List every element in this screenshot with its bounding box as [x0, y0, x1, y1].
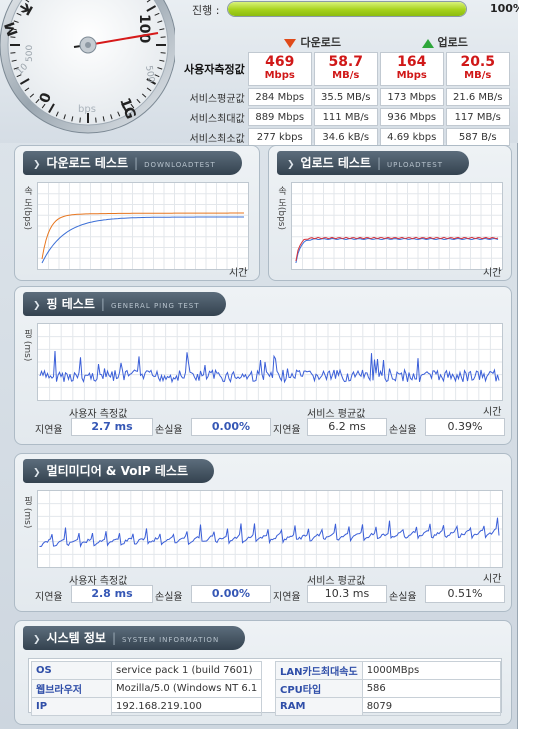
- avg-download-bytes: 35.5 MB/s: [313, 88, 378, 106]
- page-margin: [519, 0, 535, 729]
- min-download-bps: 277 kbps: [247, 128, 312, 146]
- user-download-bps: 469 Mbps: [247, 52, 312, 86]
- download-y-label: 속 도(bps): [22, 186, 32, 230]
- ping-x-label: 시간: [483, 407, 502, 418]
- progress-fill: [228, 2, 466, 16]
- max-upload-bps: 936 Mbps: [379, 108, 444, 126]
- progress-label: 진행 :: [192, 4, 220, 17]
- progress-bar: [227, 1, 467, 17]
- voip-service-loss: 0.51%: [425, 585, 505, 603]
- user-download-bytes: 58.7 MB/s: [313, 52, 378, 86]
- browser-value: Mozilla/5.0 (Windows NT 6.1: [110, 679, 263, 698]
- service-avg-label: 서비스평균값: [189, 93, 245, 105]
- upload-plot: [291, 182, 503, 270]
- voip-user-loss-label: 손실율: [155, 592, 183, 603]
- summary-area: 0 bps 10 1G M 100 500 K 500 진행 : 100% 다운…: [0, 0, 524, 146]
- browser-key: 웹브라우저: [31, 679, 112, 698]
- os-value: service pack 1 (build 7601): [110, 661, 263, 680]
- stats-table: 다운로드 업로드 사용자측정값 469 Mbps 58.7 MB/s 164 Mbps…: [180, 32, 512, 148]
- ram-value: 8079: [361, 697, 502, 716]
- voip-test-title: ❯ 멀티미디어 & VoIP 테스트: [23, 459, 215, 483]
- upload-x-label: 시간: [483, 268, 502, 279]
- user-upload-bytes: 20.5 MB/s: [445, 52, 510, 86]
- ping-user-latency-label: 지연율: [35, 425, 63, 436]
- service-max-label: 서비스최대값: [189, 113, 245, 125]
- download-x-label: 시간: [229, 268, 248, 279]
- upload-y-label: 속 도(bps): [276, 186, 286, 230]
- gauge-tick: [160, 52, 166, 54]
- voip-service-latency-label: 지연율: [273, 592, 301, 603]
- max-download-bps: 889 Mbps: [247, 108, 312, 126]
- avg-download-bps: 284 Mbps: [247, 88, 312, 106]
- voip-user-latency-label: 지연율: [35, 592, 63, 603]
- ping-y-label: 핑 (ms): [22, 329, 32, 362]
- download-header: 다운로드: [248, 34, 378, 50]
- gauge-tick: [10, 52, 16, 54]
- download-test-panel: ❯ 다운로드 테스트 | DOWNLOADTEST 속 도(bps) 시간: [14, 145, 260, 281]
- ping-service-loss-label: 손실율: [389, 425, 417, 436]
- chevron-icon: ❯: [33, 301, 41, 311]
- max-upload-bytes: 117 MB/s: [445, 108, 510, 126]
- ping-test-title: ❯ 핑 테스트 | GENERAL PING TEST: [23, 292, 226, 316]
- upload-test-panel: ❯ 업로드 테스트 | UPLOADTEST 속 도(bps) 시간: [268, 145, 512, 281]
- system-info-title: ❯ 시스템 정보 | SYSTEM INFORMATION: [23, 626, 246, 650]
- download-arrow-icon: [284, 38, 297, 48]
- ping-user-latency: 2.7 ms: [71, 418, 153, 436]
- download-plot: [37, 182, 249, 270]
- progress-row: 진행 : 100%: [180, 0, 535, 20]
- ping-test-panel: ❯ 핑 테스트 | GENERAL PING TEST 핑 (ms) 시간 사용자 측…: [14, 286, 512, 445]
- voip-service-loss-label: 손실율: [389, 592, 417, 603]
- gauge-tick: [79, 117, 81, 123]
- user-upload-bps: 164 Mbps: [379, 52, 444, 86]
- lan-speed-key: LAN카드최대속도: [275, 661, 363, 680]
- chevron-icon: ❯: [33, 160, 41, 170]
- service-min-label: 서비스최소값: [189, 133, 245, 145]
- ping-service-latency-label: 지연율: [273, 425, 301, 436]
- cpu-type-key: CPU타입: [275, 679, 363, 698]
- ping-plot: [37, 323, 503, 401]
- voip-x-label: 시간: [483, 574, 502, 585]
- lan-speed-value: 1000MBps: [361, 661, 502, 680]
- min-upload-bytes: 587 B/s: [445, 128, 510, 146]
- ping-service-loss: 0.39%: [425, 418, 505, 436]
- user-measured-label: 사용자측정값: [184, 62, 245, 76]
- min-download-bytes: 34.6 kB/s: [313, 128, 378, 146]
- system-info-right-table: LAN카드최대속도 1000MBps CPU타입 586 RAM 8079: [275, 661, 502, 716]
- voip-user-loss: 0.00%: [191, 585, 271, 603]
- system-info-box: OS service pack 1 (build 7601) 웹브라우저 Moz…: [28, 658, 502, 716]
- gauge-label-bps: bps: [78, 104, 96, 115]
- voip-test-panel: ❯ 멀티미디어 & VoIP 테스트 핑 (ms) 시간 사용자 측정값 서비스 …: [14, 453, 512, 612]
- gauge-tick: [160, 36, 166, 38]
- ram-key: RAM: [275, 697, 363, 716]
- gauge-tick: [95, 117, 97, 123]
- gauge-label-100: 100: [136, 14, 152, 43]
- ip-value: 192.168.219.100: [110, 697, 263, 716]
- gauge-label-500-left: 500: [25, 45, 35, 62]
- chevron-icon: ❯: [33, 468, 41, 478]
- chevron-icon: ❯: [287, 160, 295, 170]
- voip-y-label: 핑 (ms): [22, 496, 32, 529]
- avg-upload-bps: 173 Mbps: [379, 88, 444, 106]
- ping-user-loss: 0.00%: [191, 418, 271, 436]
- upload-header: 업로드: [380, 34, 510, 50]
- speedtest-window: 0 bps 10 1G M 100 500 K 500 진행 : 100% 다운…: [0, 0, 524, 729]
- ip-key: IP: [31, 697, 112, 716]
- chevron-icon: ❯: [33, 635, 41, 645]
- download-test-title: ❯ 다운로드 테스트 | DOWNLOADTEST: [23, 151, 242, 175]
- min-upload-bps: 4.69 kbps: [379, 128, 444, 146]
- max-download-bytes: 111 MB/s: [313, 108, 378, 126]
- os-key: OS: [31, 661, 112, 680]
- cpu-type-value: 586: [361, 679, 502, 698]
- upload-arrow-icon: [421, 38, 434, 48]
- upload-test-title: ❯ 업로드 테스트 | UPLOADTEST: [277, 151, 469, 175]
- voip-plot: [37, 490, 503, 568]
- speed-gauge: 0 bps 10 1G M 100 500 K 500: [0, 0, 175, 143]
- system-info-left-table: OS service pack 1 (build 7601) 웹브라우저 Moz…: [31, 661, 263, 716]
- avg-upload-bytes: 21.6 MB/s: [445, 88, 510, 106]
- voip-service-latency: 10.3 ms: [307, 585, 387, 603]
- ping-service-latency: 6.2 ms: [307, 418, 387, 436]
- voip-user-latency: 2.8 ms: [71, 585, 153, 603]
- ping-user-loss-label: 손실율: [155, 425, 183, 436]
